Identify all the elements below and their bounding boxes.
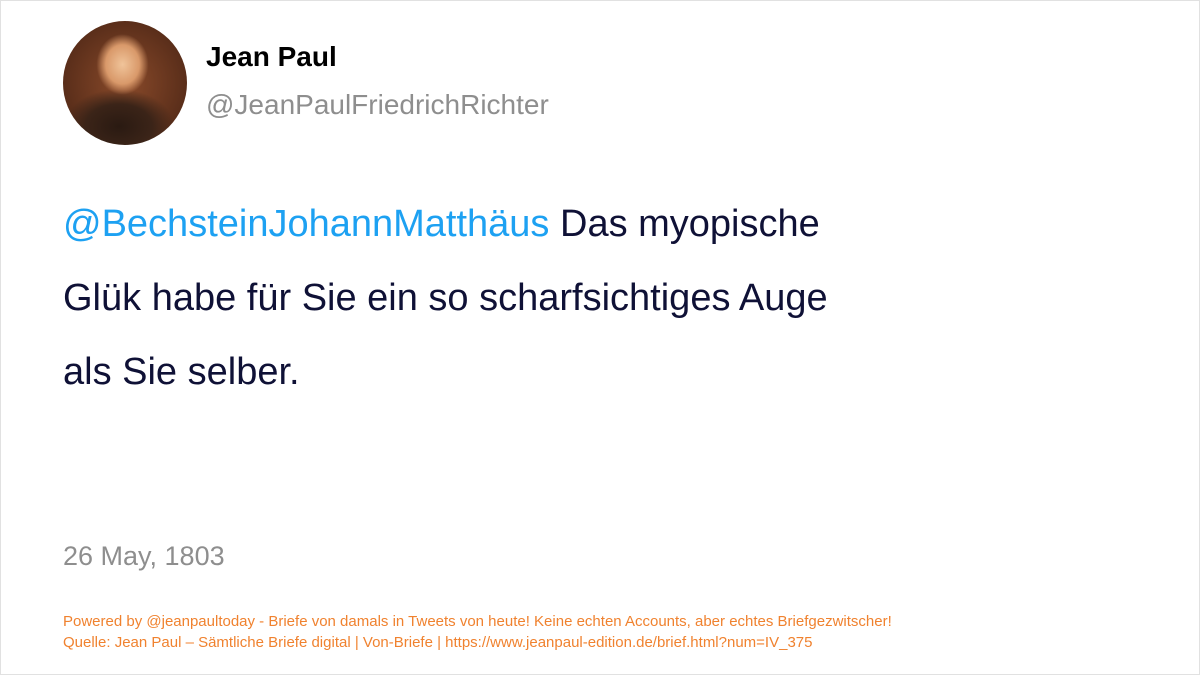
tweet-line-1: @BechsteinJohannMatthäus Das myopische bbox=[63, 187, 828, 261]
tweet-text: @BechsteinJohannMatthäus Das myopische G… bbox=[63, 187, 828, 409]
tweet-line-2: Glük habe für Sie ein so scharfsichtiges… bbox=[63, 277, 828, 319]
avatar[interactable] bbox=[63, 21, 187, 145]
author-handle[interactable]: @JeanPaulFriedrichRichter bbox=[206, 89, 549, 121]
footer: Powered by @jeanpaultoday - Briefe von d… bbox=[63, 611, 892, 653]
tweet-line-3: als Sie selber. bbox=[63, 351, 300, 393]
footer-powered-by: Powered by @jeanpaultoday - Briefe von d… bbox=[63, 613, 892, 630]
author-name[interactable]: Jean Paul bbox=[206, 41, 337, 73]
tweet-text-part: Das myopische bbox=[549, 203, 820, 245]
mention-link[interactable]: @BechsteinJohannMatthäus bbox=[63, 203, 549, 245]
tweet-card: Jean Paul @JeanPaulFriedrichRichter @Bec… bbox=[0, 0, 1200, 675]
footer-source: Quelle: Jean Paul – Sämtliche Briefe dig… bbox=[63, 634, 813, 651]
tweet-date: 26 May, 1803 bbox=[63, 541, 225, 571]
